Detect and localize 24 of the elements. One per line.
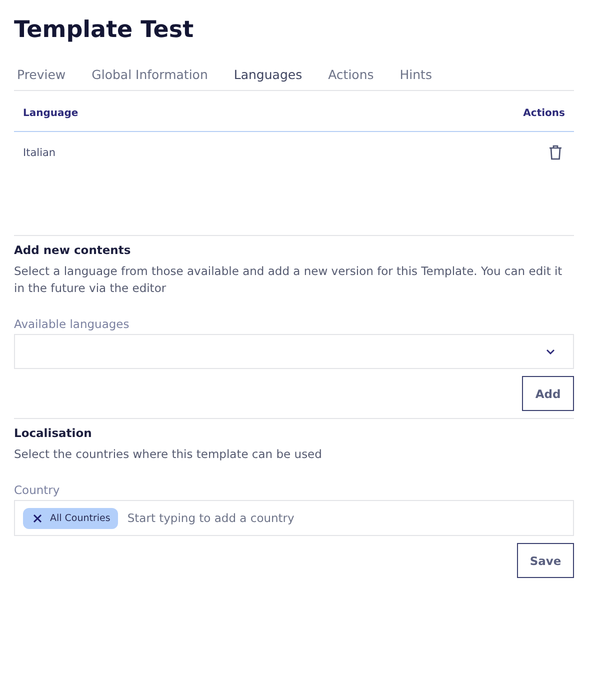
section-description: Select the countries where this template can be used — [14, 446, 323, 463]
chip-label: All Countries — [50, 512, 110, 524]
tab[interactable]: Actions — [325, 67, 377, 82]
page-title: Template Test — [14, 16, 195, 45]
tab[interactable]: Languages — [230, 67, 306, 82]
country-input[interactable]: Start typing to add a country — [125, 510, 573, 526]
column-header: Actions — [523, 108, 565, 119]
trash-icon[interactable] — [549, 145, 562, 160]
country-chip[interactable]: All Countries — [23, 508, 118, 528]
chevron-down-icon — [546, 348, 555, 354]
add-button[interactable]: Add — [522, 376, 574, 411]
section-heading: Add new contents — [14, 243, 132, 257]
save-button[interactable]: Save — [517, 543, 574, 578]
section-heading: Localisation — [14, 426, 93, 440]
tab[interactable]: Hints — [396, 67, 435, 82]
close-icon[interactable] — [33, 514, 42, 522]
table-cell: Italian — [23, 146, 56, 158]
column-header: Language — [23, 108, 78, 119]
country-field[interactable]: All Countries Start typing to add a country — [14, 500, 574, 536]
tab[interactable]: Global Information — [88, 67, 211, 82]
field-label: Available languages — [14, 317, 130, 331]
field-label: Country — [14, 483, 61, 497]
section-description: Select a language from those available and add a new version for this Template. You can edit it in the future via the editor — [14, 263, 564, 297]
tab[interactable]: Preview — [14, 67, 69, 82]
